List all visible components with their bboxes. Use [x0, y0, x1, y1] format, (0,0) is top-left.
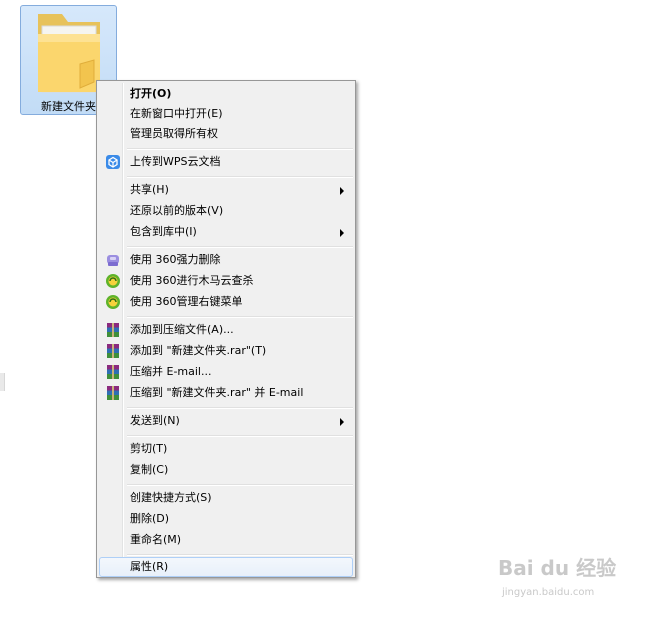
menu-item-label: 打开(O)	[130, 87, 172, 100]
context-menu: 打开(O) 在新窗口中打开(E) 管理员取得所有权 上传到WPS云文档 共享(H…	[96, 80, 356, 578]
menu-item-label: 添加到 "新建文件夹.rar"(T)	[130, 344, 267, 357]
baidu-watermark: Bai du 经验 jingyan.baidu.com	[498, 552, 638, 608]
menu-item-label: 添加到压缩文件(A)...	[130, 323, 234, 336]
menu-item-open[interactable]: 打开(O)	[99, 84, 353, 104]
winrar-icon	[107, 386, 119, 400]
menu-item-label: 在新窗口中打开(E)	[130, 107, 223, 120]
menu-item-360-scan[interactable]: 使用 360进行木马云查杀	[99, 271, 353, 291]
menu-item-label: 复制(C)	[130, 463, 169, 476]
menu-item-label: 还原以前的版本(V)	[130, 204, 224, 217]
winrar-icon	[107, 344, 119, 358]
menu-item-properties[interactable]: 属性(R)	[99, 557, 353, 577]
menu-item-label: 发送到(N)	[130, 414, 180, 427]
winrar-icon	[107, 365, 119, 379]
menu-separator	[127, 484, 353, 486]
menu-item-label: 使用 360强力删除	[130, 253, 221, 266]
menu-item-label: 管理员取得所有权	[130, 127, 218, 140]
menu-item-compress-rar-email[interactable]: 压缩到 "新建文件夹.rar" 并 E-mail	[99, 383, 353, 403]
menu-item-360-shred[interactable]: 使用 360强力删除	[99, 250, 353, 270]
menu-separator	[127, 176, 353, 178]
menu-item-label: 压缩到 "新建文件夹.rar" 并 E-mail	[130, 386, 304, 399]
menu-separator	[127, 435, 353, 437]
360-shred-icon	[107, 255, 119, 266]
menu-item-upload-wps[interactable]: 上传到WPS云文档	[99, 152, 353, 172]
menu-item-include-library[interactable]: 包含到库中(I)	[99, 222, 353, 242]
wps-cloud-icon	[106, 155, 120, 169]
window-edge	[0, 373, 5, 391]
menu-item-take-ownership[interactable]: 管理员取得所有权	[99, 124, 353, 144]
menu-item-share[interactable]: 共享(H)	[99, 180, 353, 200]
menu-item-label: 包含到库中(I)	[130, 225, 197, 238]
360-scan-icon	[106, 274, 120, 288]
menu-item-copy[interactable]: 复制(C)	[99, 460, 353, 480]
submenu-arrow-icon	[340, 418, 344, 426]
menu-item-restore-versions[interactable]: 还原以前的版本(V)	[99, 201, 353, 221]
menu-item-label: 使用 360进行木马云查杀	[130, 274, 254, 287]
menu-separator	[127, 407, 353, 409]
winrar-icon	[107, 323, 119, 337]
menu-item-label: 删除(D)	[130, 512, 170, 525]
menu-item-label: 创建快捷方式(S)	[130, 491, 212, 504]
menu-separator	[127, 148, 353, 150]
menu-item-add-to-rar[interactable]: 添加到 "新建文件夹.rar"(T)	[99, 341, 353, 361]
submenu-arrow-icon	[340, 187, 344, 195]
folder-icon	[38, 14, 100, 93]
menu-item-add-to-archive[interactable]: 添加到压缩文件(A)...	[99, 320, 353, 340]
submenu-arrow-icon	[340, 229, 344, 237]
menu-item-label: 压缩并 E-mail...	[130, 365, 212, 378]
menu-separator	[127, 246, 353, 248]
menu-item-send-to[interactable]: 发送到(N)	[99, 411, 353, 431]
watermark-url: jingyan.baidu.com	[502, 587, 595, 598]
menu-item-cut[interactable]: 剪切(T)	[99, 439, 353, 459]
menu-item-label: 剪切(T)	[130, 442, 168, 455]
menu-item-360-manage[interactable]: 使用 360管理右键菜单	[99, 292, 353, 312]
menu-item-create-shortcut[interactable]: 创建快捷方式(S)	[99, 488, 353, 508]
menu-item-label: 上传到WPS云文档	[130, 155, 221, 168]
menu-item-delete[interactable]: 删除(D)	[99, 509, 353, 529]
menu-separator	[127, 554, 353, 556]
watermark-logo: Bai du 经验	[498, 556, 617, 580]
menu-item-rename[interactable]: 重命名(M)	[99, 530, 353, 550]
360-manage-icon	[106, 295, 120, 309]
menu-item-label: 属性(R)	[130, 560, 169, 573]
menu-item-compress-email[interactable]: 压缩并 E-mail...	[99, 362, 353, 382]
menu-item-label: 重命名(M)	[130, 533, 182, 546]
menu-item-label: 使用 360管理右键菜单	[130, 295, 243, 308]
menu-separator	[127, 316, 353, 318]
menu-item-open-new-window[interactable]: 在新窗口中打开(E)	[99, 104, 353, 124]
menu-item-label: 共享(H)	[130, 183, 169, 196]
